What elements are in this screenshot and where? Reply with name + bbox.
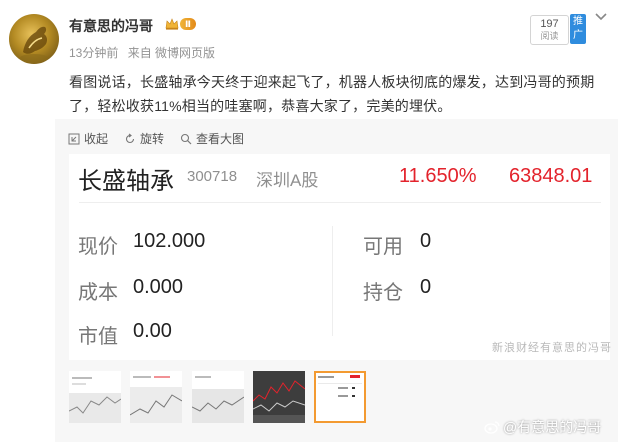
collapse-button[interactable]: 收起: [68, 130, 108, 147]
divider: [79, 202, 601, 203]
market-value-value: 0.00: [133, 320, 172, 342]
stock-change-pct: 11.650%: [399, 165, 477, 187]
weibo-logo-icon: [484, 421, 500, 434]
magnify-icon: [180, 133, 192, 144]
crown-icon: [165, 18, 179, 30]
market-value-label: 市值: [78, 326, 118, 348]
avatar[interactable]: [9, 14, 59, 64]
holding-label: 持仓: [363, 282, 403, 304]
price-value: 102.000: [133, 230, 206, 252]
thumbnail[interactable]: [69, 371, 121, 423]
image-toolbar: 收起 旋转 查看大图: [68, 130, 260, 147]
stock-code: 300718: [187, 168, 238, 185]
post-time[interactable]: 13分钟前: [69, 46, 118, 60]
post-text: 看图说话，长盛轴承今天终于迎来起飞了，机器人板块彻底的爆发，达到冯哥的预期了，轻…: [69, 74, 595, 114]
views-label: 阅读: [540, 31, 559, 41]
thumbnail-stock-card-icon: [318, 375, 362, 397]
weibo-watermark: @有意思的冯哥: [484, 417, 601, 437]
thumbnail-selected[interactable]: [314, 371, 366, 423]
stock-market: 深圳A股: [256, 171, 319, 190]
thumbnail-chart-icon: [130, 376, 182, 423]
collapse-label: 收起: [84, 132, 109, 146]
rotate-icon: [126, 133, 135, 143]
watermark-text: @有意思的冯哥: [503, 419, 602, 435]
view-large-button[interactable]: 查看大图: [180, 130, 244, 147]
post-meta: 13分钟前 来自 微博网页版: [69, 44, 221, 61]
thumbnail-chart-icon: [69, 377, 121, 423]
thumbnail[interactable]: [130, 371, 182, 423]
vip-badge[interactable]: Ⅱ: [165, 18, 196, 30]
rotate-label: 旋转: [140, 132, 165, 146]
rotate-button[interactable]: 旋转: [124, 130, 164, 147]
horse-logo-icon: [20, 26, 48, 62]
available-label: 可用: [363, 236, 403, 258]
thumbnail[interactable]: [192, 371, 244, 423]
divider: [332, 226, 333, 336]
thumbnail[interactable]: [253, 371, 305, 423]
cost-label: 成本: [78, 282, 118, 304]
thumbnail-chart-icon: [192, 376, 244, 423]
vip-level: Ⅱ: [180, 18, 196, 30]
username[interactable]: 有意思的冯哥: [69, 16, 153, 36]
views-count: 197: [540, 18, 559, 30]
available-value: 0: [420, 230, 432, 252]
views-badge: 197 阅读: [530, 15, 569, 45]
collapse-icon: [68, 133, 80, 144]
promo-button[interactable]: 推广: [570, 14, 586, 44]
stock-position-value: 63848.01: [509, 165, 593, 187]
holding-value: 0: [420, 276, 432, 298]
price-label: 现价: [78, 236, 118, 258]
stock-name: 长盛轴承: [78, 168, 174, 195]
post-source: 来自 微博网页版: [127, 46, 216, 60]
thumbnail-chart-icon: [253, 380, 305, 423]
cost-value: 0.000: [133, 276, 184, 298]
chevron-down-icon[interactable]: [594, 10, 608, 24]
view-large-label: 查看大图: [196, 132, 245, 146]
card-watermark: 新浪财经有意思的冯哥: [492, 342, 612, 354]
stock-card-image[interactable]: 长盛轴承 300718 深圳A股 11.650% 63848.01 现价 102…: [69, 154, 610, 360]
